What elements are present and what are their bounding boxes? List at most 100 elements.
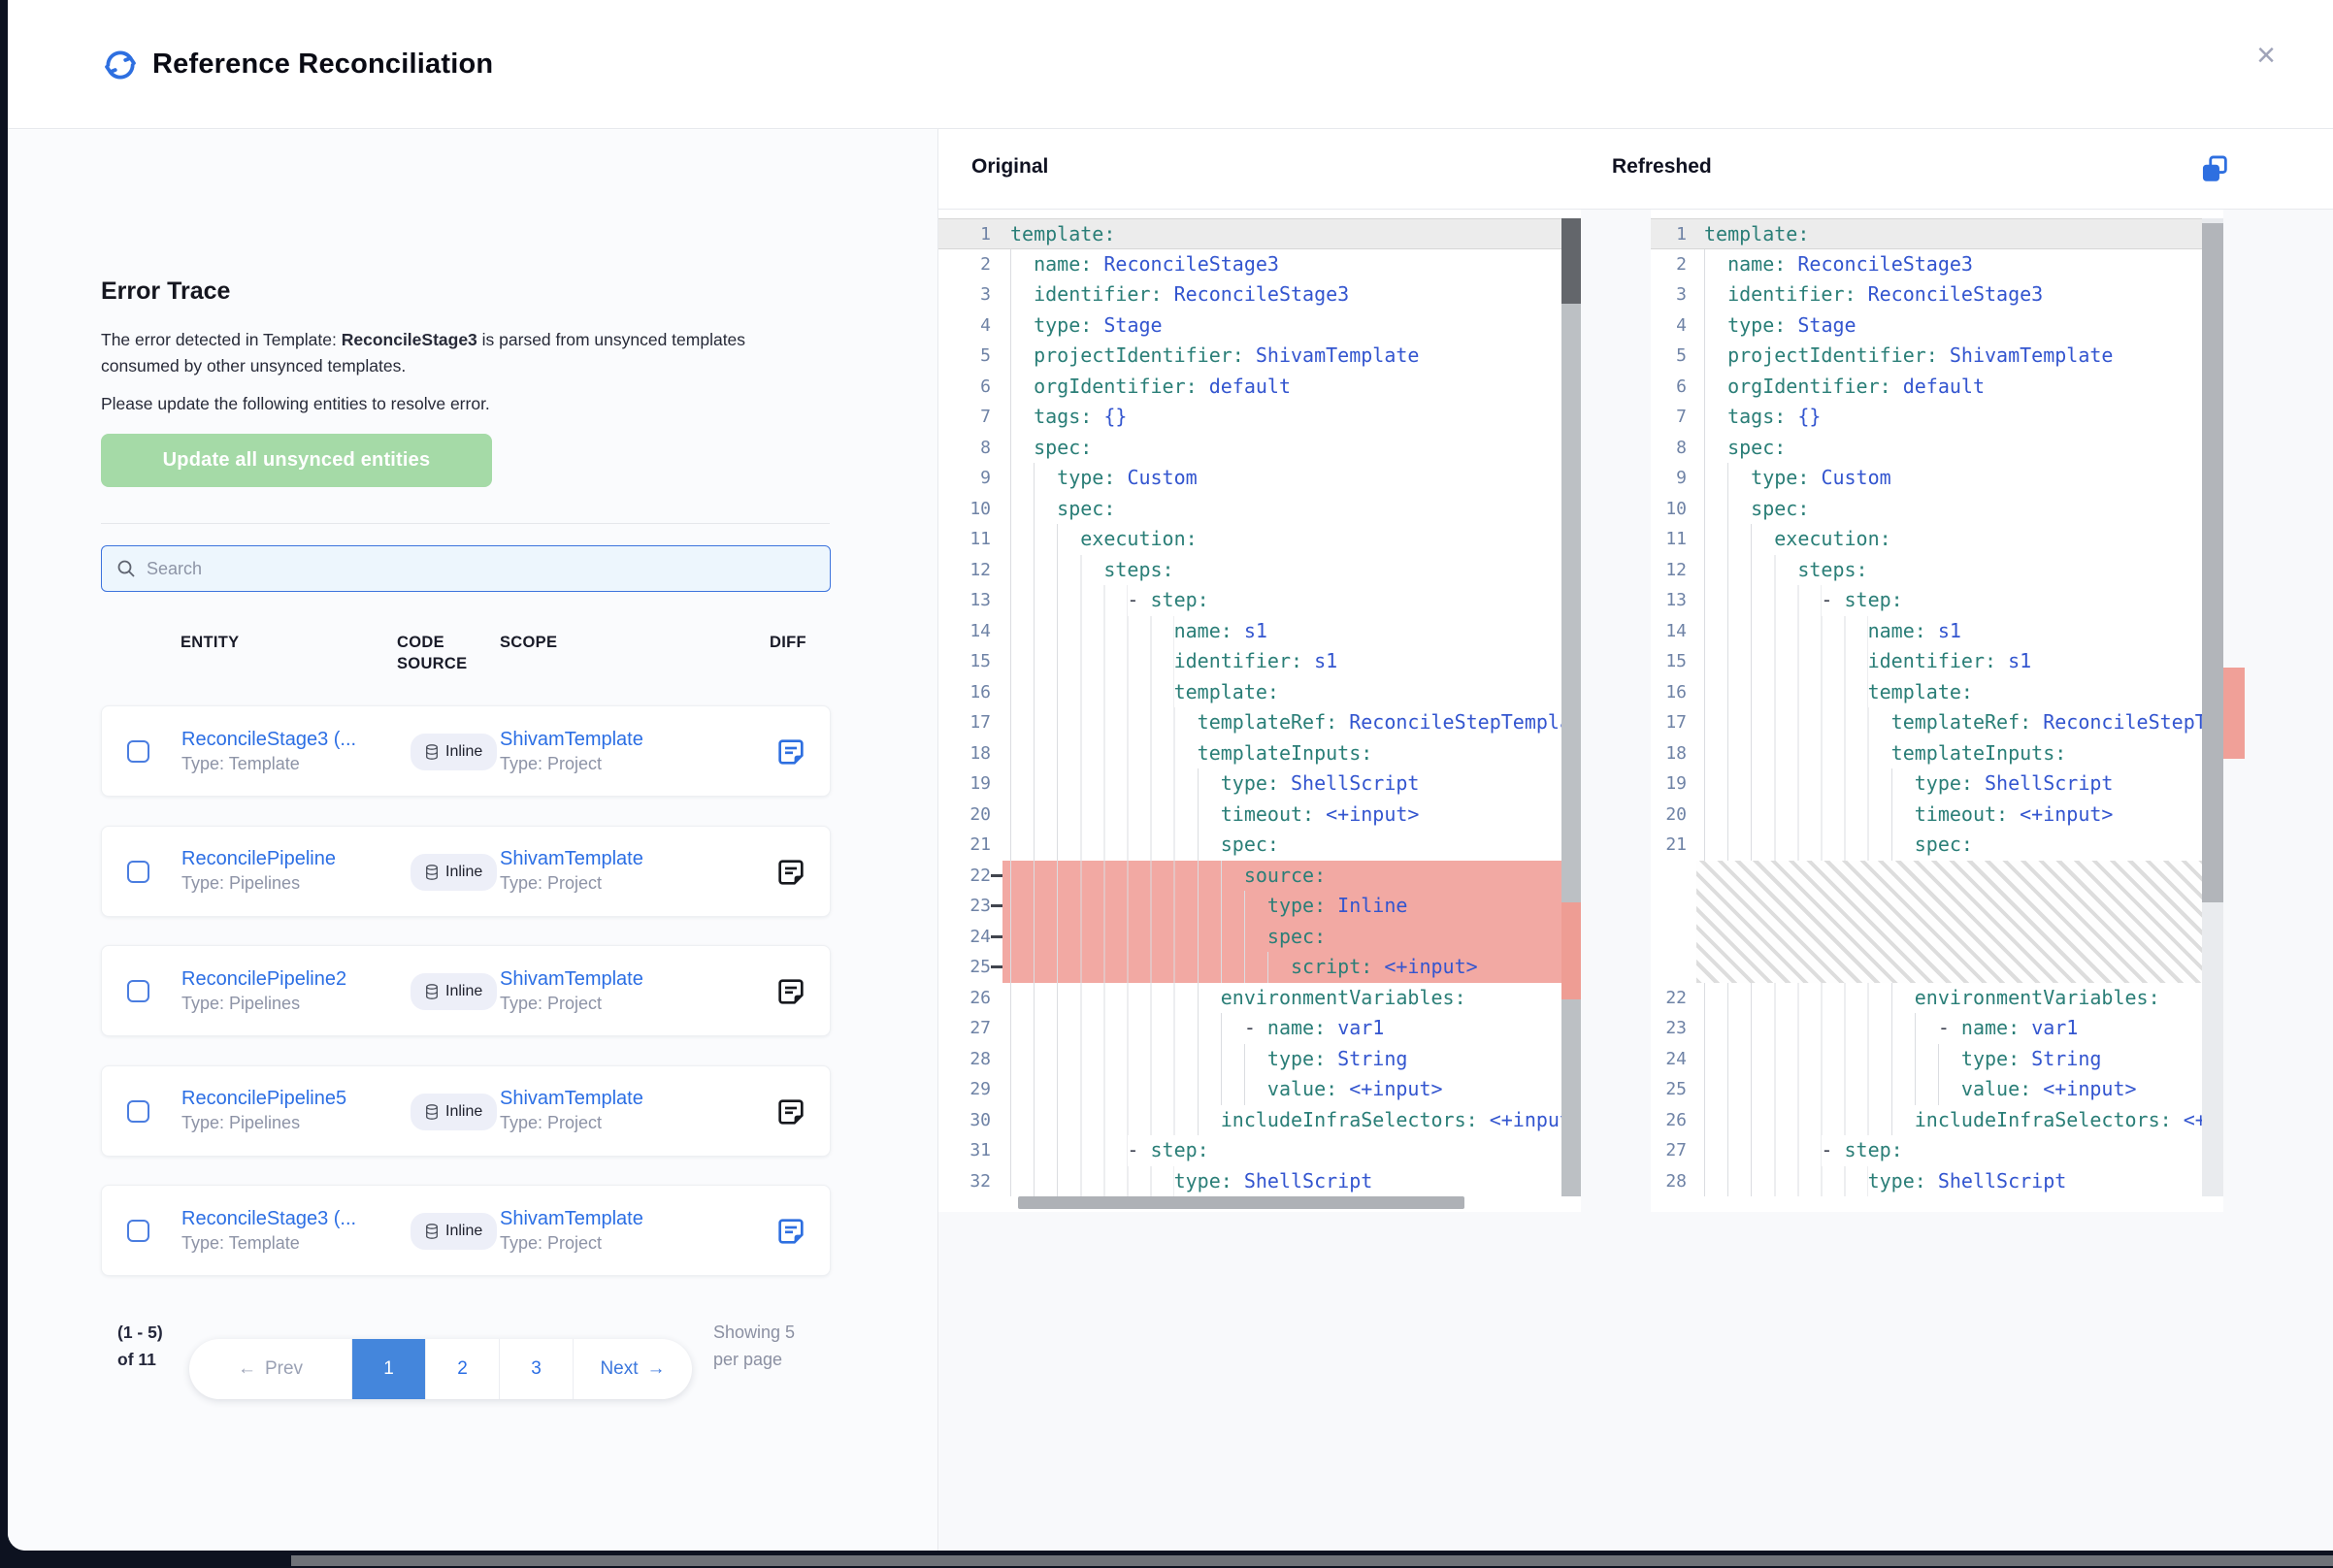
code-line: 7 tags: {}: [1651, 402, 2223, 433]
line-number: 9: [938, 463, 1002, 494]
code-line: 31 - step:: [938, 1135, 1581, 1166]
line-number: 22: [1651, 983, 1696, 1014]
scope-type-label: Type: Project: [500, 1113, 723, 1133]
update-all-unsynced-button[interactable]: Update all unsynced entities: [101, 434, 492, 487]
scope-link[interactable]: ShivamTemplate: [500, 1208, 723, 1230]
line-number: 8: [1651, 433, 1696, 464]
prev-page-button[interactable]: ←Prev: [189, 1339, 352, 1399]
entity-link[interactable]: ReconcilePipeline5: [181, 1088, 400, 1110]
code-line: 18 templateInputs:: [1651, 738, 2223, 769]
line-number: 1: [938, 219, 1002, 248]
next-page-button[interactable]: Next→: [574, 1339, 692, 1399]
scope-link[interactable]: ShivamTemplate: [500, 729, 723, 751]
line-number: 29: [938, 1074, 1002, 1105]
diff-note-icon[interactable]: [775, 976, 806, 1007]
row-checkbox[interactable]: [127, 980, 149, 1002]
error-trace-panel: Error Trace The error detected in Templa…: [8, 130, 937, 1551]
column-header-scope: SCOPE: [500, 632, 557, 653]
right-arrow-icon: →: [647, 1358, 666, 1380]
code-line: 8 spec:: [938, 433, 1581, 464]
code-line: 9 type: Custom: [1651, 463, 2223, 494]
original-horizontal-scrollbar[interactable]: [1018, 1196, 1464, 1209]
code-line: 13 - step:: [938, 585, 1581, 616]
code-source-label: Inline: [445, 743, 482, 761]
line-number: 14: [938, 616, 1002, 647]
original-code-panel: 1template:2 name: ReconcileStage33 ident…: [938, 210, 1581, 1212]
refreshed-scrollbar-thumb[interactable]: [2202, 223, 2223, 902]
line-number: 26: [938, 983, 1002, 1014]
reference-reconciliation-modal: Reference Reconciliation × Error Trace T…: [8, 0, 2333, 1551]
code-line: 13 - step:: [1651, 585, 2223, 616]
code-line: 22 source:: [938, 861, 1581, 892]
scope-link[interactable]: ShivamTemplate: [500, 1088, 723, 1110]
line-number: 20: [1651, 800, 1696, 831]
line-number: 5: [938, 341, 1002, 372]
line-number: 15: [1651, 646, 1696, 677]
code-line: 2 name: ReconcileStage3: [1651, 249, 2223, 280]
line-number: 4: [938, 310, 1002, 342]
line-number: 20: [938, 800, 1002, 831]
line-number: 2: [1651, 249, 1696, 280]
line-number: 21: [1651, 830, 1696, 861]
row-checkbox[interactable]: [127, 861, 149, 883]
page-title: Reference Reconciliation: [152, 49, 493, 81]
code-line: 17 templateRef: ReconcileStepTemplate: [938, 707, 1581, 738]
entity-link[interactable]: ReconcilePipeline2: [181, 968, 400, 991]
line-number: 15: [938, 646, 1002, 677]
close-icon[interactable]: ×: [2243, 32, 2289, 79]
line-number: 18: [1651, 738, 1696, 769]
line-number: 27: [1651, 1135, 1696, 1166]
line-number: 11: [938, 524, 1002, 555]
code-line: 6 orgIdentifier: default: [938, 372, 1581, 403]
code-line: 23 type: Inline: [938, 891, 1581, 922]
code-line: 23 - name: var1: [1651, 1013, 2223, 1044]
code-line: 9 type: Custom: [938, 463, 1581, 494]
code-line: 4 type: Stage: [1651, 310, 2223, 342]
entity-type-label: Type: Pipelines: [181, 873, 400, 894]
page-button-2[interactable]: 2: [426, 1339, 500, 1399]
scope-type-label: Type: Project: [500, 1233, 723, 1254]
diff-note-icon[interactable]: [775, 1216, 806, 1247]
line-number: 14: [1651, 616, 1696, 647]
inline-store-icon: [425, 984, 439, 999]
original-diff-marker: [1561, 902, 1581, 999]
scope-link[interactable]: ShivamTemplate: [500, 848, 723, 870]
copy-icon[interactable]: [2198, 152, 2231, 185]
code-source-badge: Inline: [411, 734, 497, 770]
diff-note-icon[interactable]: [775, 1096, 806, 1127]
entity-link[interactable]: ReconcileStage3 (...: [181, 1208, 400, 1230]
line-number: 13: [1651, 585, 1696, 616]
entity-type-label: Type: Template: [181, 754, 400, 774]
line-number: 12: [938, 555, 1002, 586]
code-line: 10 spec:: [938, 494, 1581, 525]
page-button-3[interactable]: 3: [500, 1339, 574, 1399]
table-row: ReconcilePipeline Type: Pipelines Inline…: [101, 826, 831, 917]
reconcile-refresh-icon: [102, 47, 139, 83]
row-checkbox[interactable]: [127, 1220, 149, 1242]
code-line: 11 execution:: [938, 524, 1581, 555]
row-checkbox[interactable]: [127, 1100, 149, 1123]
line-number: 5: [1651, 341, 1696, 372]
line-number: 7: [1651, 402, 1696, 433]
code-line: 32 type: ShellScript: [938, 1166, 1581, 1197]
inline-store-icon: [425, 1104, 439, 1120]
line-number: 4: [1651, 310, 1696, 342]
diff-note-icon[interactable]: [775, 857, 806, 888]
code-line: 7 tags: {}: [938, 402, 1581, 433]
scope-link[interactable]: ShivamTemplate: [500, 968, 723, 991]
page-button-1[interactable]: 1: [352, 1339, 426, 1399]
search-input[interactable]: [147, 559, 816, 579]
browser-horizontal-scrollbar[interactable]: [291, 1555, 2333, 1566]
code-line: 22 environmentVariables:: [1651, 983, 2223, 1014]
line-number: 3: [1651, 279, 1696, 310]
line-number: 13: [938, 585, 1002, 616]
original-scrollbar-thumb[interactable]: [1561, 218, 1581, 304]
code-line: 24 spec:: [938, 922, 1581, 953]
code-line: 20 timeout: <+input>: [1651, 800, 2223, 831]
code-line: 19 type: ShellScript: [938, 768, 1581, 800]
diff-note-icon[interactable]: [775, 736, 806, 768]
code-line: 1template:: [1651, 218, 2223, 249]
entity-link[interactable]: ReconcilePipeline: [181, 848, 400, 870]
row-checkbox[interactable]: [127, 740, 149, 763]
entity-link[interactable]: ReconcileStage3 (...: [181, 729, 400, 751]
